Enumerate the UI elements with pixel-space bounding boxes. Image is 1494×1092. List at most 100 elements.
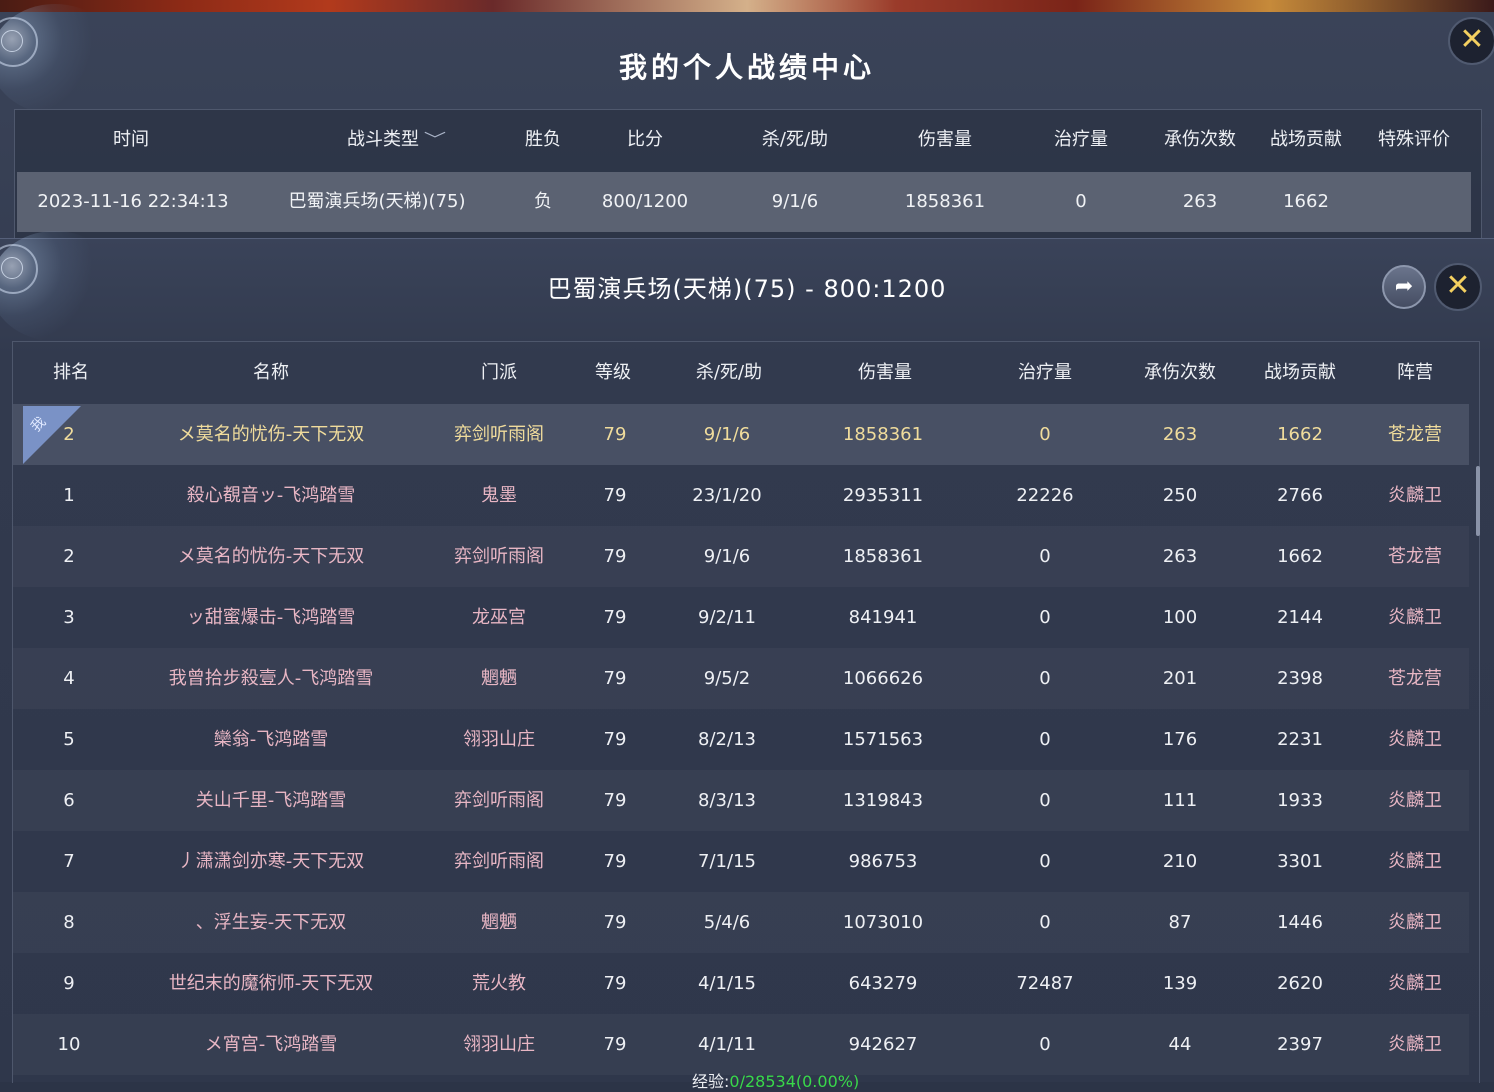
row-rank: 6	[63, 790, 75, 811]
row-camp: 炎麟卫	[1388, 1034, 1442, 1055]
row-kda: 9/1/6	[703, 546, 751, 567]
row-name: メ宵宫-飞鸿踏雪	[204, 1034, 338, 1055]
close-detail-button[interactable]: ✕	[1434, 263, 1482, 311]
row-hits-taken: 201	[1162, 668, 1198, 689]
row-hits-taken: 250	[1162, 485, 1198, 506]
table-row[interactable]: 9 世纪末的魔術师-天下无双 荒火教 79 4/1/15 643279 7248…	[13, 953, 1469, 1014]
player-rank: 2	[63, 424, 75, 445]
close-record-center-button[interactable]: ✕	[1448, 17, 1494, 65]
row-sect: 弈剑听雨阁	[454, 851, 544, 872]
player-contribution: 1662	[1277, 424, 1323, 445]
table-row[interactable]: 10 メ宵宫-飞鸿踏雪 翎羽山庄 79 4/1/11 942627 0 44 2…	[13, 1014, 1469, 1075]
record-hits-taken: 263	[1182, 191, 1218, 212]
row-damage: 942627	[848, 1034, 918, 1055]
table-row[interactable]: 1 殺心覩音ッ-飞鸿踏雪 鬼墨 79 23/1/20 2935311 22226…	[13, 465, 1469, 526]
share-button[interactable]: ➦	[1382, 265, 1426, 309]
row-healing: 22226	[1016, 485, 1074, 506]
player-level: 79	[603, 424, 627, 445]
row-rank: 9	[63, 973, 75, 994]
row-sect: 荒火教	[472, 973, 526, 994]
record-score: 800/1200	[601, 191, 689, 212]
col-contribution: 战场贡献	[1264, 362, 1336, 383]
record-contribution: 1662	[1283, 191, 1329, 212]
row-hits-taken: 139	[1162, 973, 1198, 994]
row-healing: 0	[1039, 607, 1051, 628]
player-sect: 弈剑听雨阁	[454, 424, 544, 445]
record-battle-type: 巴蜀演兵场(天梯)(75)	[288, 191, 466, 212]
col-special: 特殊评价	[1378, 129, 1450, 150]
player-healing: 0	[1039, 424, 1051, 445]
detail-header-row: 排名 名称 门派 等级 杀/死/助 伤害量 治疗量 承伤次数 战场贡献 阵营	[13, 352, 1469, 394]
col-camp: 阵营	[1397, 362, 1433, 383]
table-row[interactable]: 5 欒翁-飞鸿踏雪 翎羽山庄 79 8/2/13 1571563 0 176 2…	[13, 709, 1469, 770]
row-level: 79	[603, 729, 627, 750]
row-sect: 魍魉	[481, 912, 517, 933]
row-name: 欒翁-飞鸿踏雪	[213, 729, 329, 750]
row-contribution: 2397	[1277, 1034, 1323, 1055]
row-damage: 1066626	[842, 668, 924, 689]
row-contribution: 1933	[1277, 790, 1323, 811]
row-rank: 1	[63, 485, 75, 506]
row-camp: 苍龙营	[1388, 668, 1442, 689]
row-kda: 23/1/20	[692, 485, 762, 506]
row-level: 79	[603, 607, 627, 628]
row-kda: 9/2/11	[698, 607, 756, 628]
row-sect: 鬼墨	[481, 485, 517, 506]
close-icon: ✕	[1459, 22, 1485, 57]
row-name: 我曾拾步殺壹人-飞鸿踏雪	[168, 668, 374, 689]
row-contribution: 1446	[1277, 912, 1323, 933]
row-healing: 0	[1039, 1034, 1051, 1055]
record-damage: 1858361	[904, 191, 986, 212]
table-scrollbar[interactable]	[1476, 466, 1480, 536]
row-kda: 7/1/15	[698, 851, 756, 872]
row-damage: 1858361	[842, 546, 924, 567]
row-name: メ莫名的忧伤-天下无双	[177, 546, 365, 567]
row-camp: 炎麟卫	[1388, 912, 1442, 933]
row-damage: 643279	[848, 973, 918, 994]
col-hits-taken: 承伤次数	[1144, 362, 1216, 383]
col-healing: 治疗量	[1018, 362, 1072, 383]
row-damage: 1319843	[842, 790, 924, 811]
row-contribution: 2231	[1277, 729, 1323, 750]
table-row[interactable]: 6 关山千里-飞鸿踏雪 弈剑听雨阁 79 8/3/13 1319843 0 11…	[13, 770, 1469, 831]
record-healing: 0	[1075, 191, 1087, 212]
row-healing: 0	[1039, 851, 1051, 872]
history-row-selected[interactable]: 2023-11-16 22:34:13 巴蜀演兵场(天梯)(75) 负 800/…	[17, 172, 1471, 232]
row-damage: 841941	[848, 607, 918, 628]
table-row[interactable]: 3 ッ甜蜜爆击-飞鸿踏雪 龙巫宫 79 9/2/11 841941 0 100 …	[13, 587, 1469, 648]
col-sect: 门派	[481, 362, 517, 383]
record-result: 负	[534, 191, 552, 212]
row-name: 殺心覩音ッ-飞鸿踏雪	[186, 485, 356, 506]
row-sect: 弈剑听雨阁	[454, 790, 544, 811]
row-camp: 炎麟卫	[1388, 607, 1442, 628]
row-name: 世纪末的魔術师-天下无双	[168, 973, 374, 994]
row-contribution: 2144	[1277, 607, 1323, 628]
row-level: 79	[603, 912, 627, 933]
col-damage: 伤害量	[918, 129, 972, 150]
row-hits-taken: 111	[1162, 790, 1198, 811]
col-battle-type-filter[interactable]: 战斗类型 ﹀	[315, 122, 475, 158]
row-contribution: 2620	[1277, 973, 1323, 994]
row-kda: 5/4/6	[703, 912, 751, 933]
table-row[interactable]: 7 丿潇潇剑亦寒-天下无双 弈剑听雨阁 79 7/1/15 986753 0 2…	[13, 831, 1469, 892]
player-kda: 9/1/6	[703, 424, 751, 445]
row-healing: 0	[1039, 729, 1051, 750]
row-level: 79	[603, 668, 627, 689]
col-damage: 伤害量	[858, 362, 912, 383]
row-camp: 炎麟卫	[1388, 729, 1442, 750]
row-sect: 翎羽山庄	[463, 729, 535, 750]
experience-label: 经验:	[692, 1072, 730, 1091]
table-row[interactable]: 8 、浮生妄-天下无双 魍魉 79 5/4/6 1073010 0 87 144…	[13, 892, 1469, 953]
row-contribution: 2766	[1277, 485, 1323, 506]
row-level: 79	[603, 790, 627, 811]
table-row[interactable]: 2 メ莫名的忧伤-天下无双 弈剑听雨阁 79 9/1/6 1858361 0 2…	[13, 526, 1469, 587]
row-level: 79	[603, 485, 627, 506]
row-damage: 2935311	[842, 485, 924, 506]
row-sect: 翎羽山庄	[463, 1034, 535, 1055]
row-rank: 10	[57, 1034, 81, 1055]
row-hits-taken: 176	[1162, 729, 1198, 750]
row-kda: 9/5/2	[703, 668, 751, 689]
row-camp: 苍龙营	[1388, 546, 1442, 567]
table-row[interactable]: 4 我曾拾步殺壹人-飞鸿踏雪 魍魉 79 9/5/2 1066626 0 201…	[13, 648, 1469, 709]
self-player-row[interactable]: 我 2 メ莫名的忧伤-天下无双 弈剑听雨阁 79 9/1/6 1858361 0…	[13, 404, 1469, 465]
